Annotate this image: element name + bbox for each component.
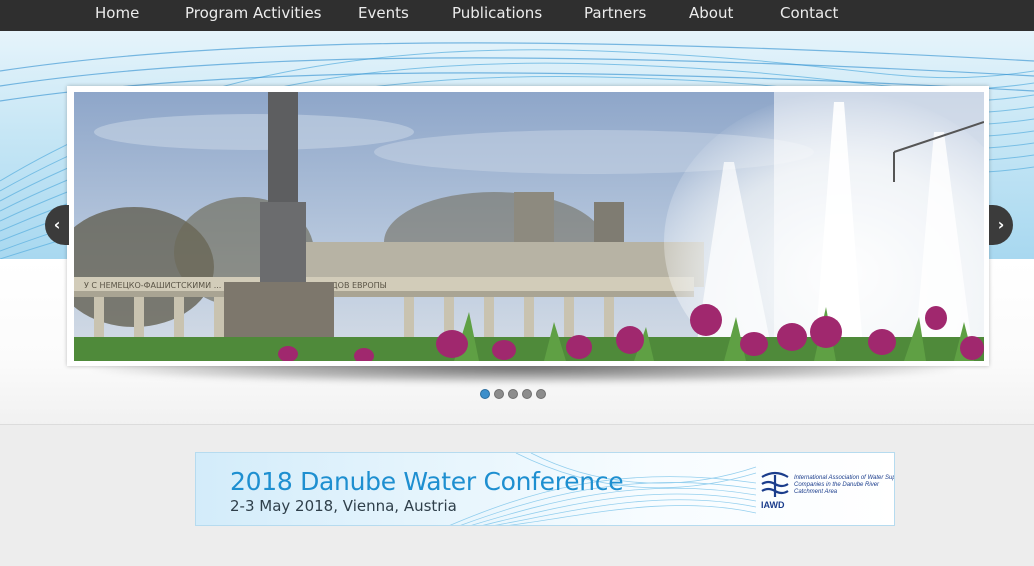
image-slider: У С НЕМЕЦКО-ФАШИСТСКИМИ ... И НЕЗАВИСИМО… — [67, 86, 989, 366]
vienna-fountain-photo: У С НЕМЕЦКО-ФАШИСТСКИМИ ... И НЕЗАВИСИМО… — [74, 92, 984, 361]
nav-about[interactable]: About — [689, 0, 733, 31]
chevron-right-icon: › — [997, 215, 1005, 234]
nav-partners[interactable]: Partners — [584, 0, 646, 31]
slider-dot-5[interactable] — [536, 389, 546, 399]
iawd-logo-icon — [761, 471, 789, 497]
nav-publications[interactable]: Publications — [452, 0, 542, 31]
banner-subtitle: 2-3 May 2018, Vienna, Austria — [230, 497, 457, 515]
banner-title: 2018 Danube Water Conference — [230, 467, 624, 496]
conference-banner[interactable]: 2018 Danube Water Conference 2-3 May 201… — [195, 452, 895, 526]
slide-image-vienna-fountain[interactable]: У С НЕМЕЦКО-ФАШИСТСКИМИ ... И НЕЗАВИСИМО… — [74, 92, 984, 361]
nav-program-activities[interactable]: Program Activities — [185, 0, 322, 31]
iawd-description: International Association of Water Suppl… — [794, 475, 895, 495]
nav-home[interactable]: Home — [95, 0, 139, 31]
iawd-label: IAWD — [761, 500, 785, 510]
slider-dot-4[interactable] — [522, 389, 532, 399]
top-navigation: Home Program Activities Events Publicati… — [0, 0, 1034, 31]
slider-dot-2[interactable] — [494, 389, 504, 399]
nav-contact[interactable]: Contact — [780, 0, 838, 31]
divider — [0, 424, 1034, 425]
slider-dot-1[interactable] — [480, 389, 490, 399]
chevron-left-icon: ‹ — [53, 215, 61, 234]
nav-events[interactable]: Events — [358, 0, 409, 31]
slider-dot-3[interactable] — [508, 389, 518, 399]
